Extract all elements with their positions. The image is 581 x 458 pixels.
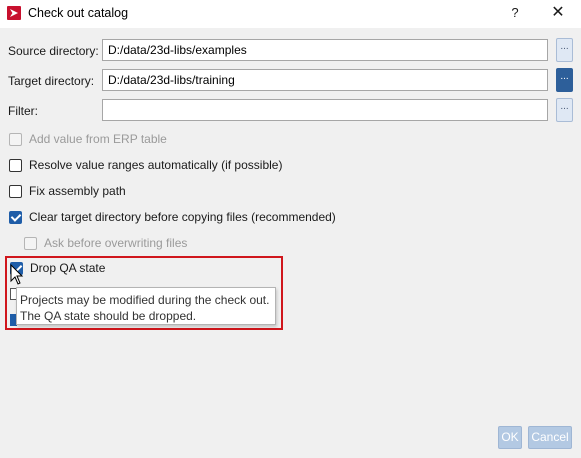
- mouse-pointer-icon: [10, 264, 24, 285]
- resolve-ranges-label: Resolve value ranges automatically (if p…: [29, 158, 283, 172]
- fix-assembly-path-label: Fix assembly path: [29, 184, 126, 198]
- filter-input[interactable]: [102, 99, 548, 121]
- target-directory-input[interactable]: [102, 69, 548, 91]
- ask-overwrite-option: Ask before overwriting files: [24, 235, 187, 251]
- clear-target-option[interactable]: Clear target directory before copying fi…: [9, 209, 336, 225]
- source-directory-input[interactable]: [102, 39, 548, 61]
- source-directory-label: Source directory:: [8, 44, 99, 58]
- close-button[interactable]: ✕: [546, 3, 570, 23]
- help-button[interactable]: ?: [504, 3, 526, 23]
- filter-label: Filter:: [8, 104, 38, 118]
- drop-qa-option[interactable]: Drop QA state: [10, 260, 105, 276]
- clear-target-checkbox[interactable]: [9, 210, 22, 224]
- resolve-ranges-option[interactable]: Resolve value ranges automatically (if p…: [9, 157, 282, 173]
- filter-browse-button[interactable]: ...: [556, 98, 573, 122]
- title-bar: Check out catalog ? ✕: [0, 0, 581, 28]
- ask-overwrite-checkbox: [24, 236, 37, 250]
- ask-overwrite-label: Ask before overwriting files: [44, 236, 188, 250]
- tooltip-line-2: The QA state should be dropped.: [20, 309, 197, 323]
- ok-button[interactable]: OK: [498, 426, 522, 449]
- resolve-ranges-checkbox[interactable]: [9, 158, 22, 172]
- window-title: Check out catalog: [28, 6, 129, 20]
- erp-label: Add value from ERP table: [29, 132, 167, 146]
- tooltip: Projects may be modified during the chec…: [16, 287, 276, 325]
- fix-assembly-path-option[interactable]: Fix assembly path: [9, 183, 126, 199]
- erp-option: Add value from ERP table: [9, 131, 167, 147]
- fix-assembly-path-checkbox[interactable]: [9, 184, 22, 198]
- drop-qa-label: Drop QA state: [30, 261, 106, 275]
- erp-checkbox: [9, 132, 22, 146]
- source-browse-button[interactable]: ...: [556, 38, 573, 62]
- target-directory-label: Target directory:: [8, 74, 95, 88]
- clear-target-label: Clear target directory before copying fi…: [29, 210, 336, 224]
- target-browse-button[interactable]: ...: [556, 68, 573, 92]
- app-icon: [7, 6, 21, 20]
- tooltip-line-1: Projects may be modified during the chec…: [20, 293, 270, 307]
- cancel-button[interactable]: Cancel: [528, 426, 572, 449]
